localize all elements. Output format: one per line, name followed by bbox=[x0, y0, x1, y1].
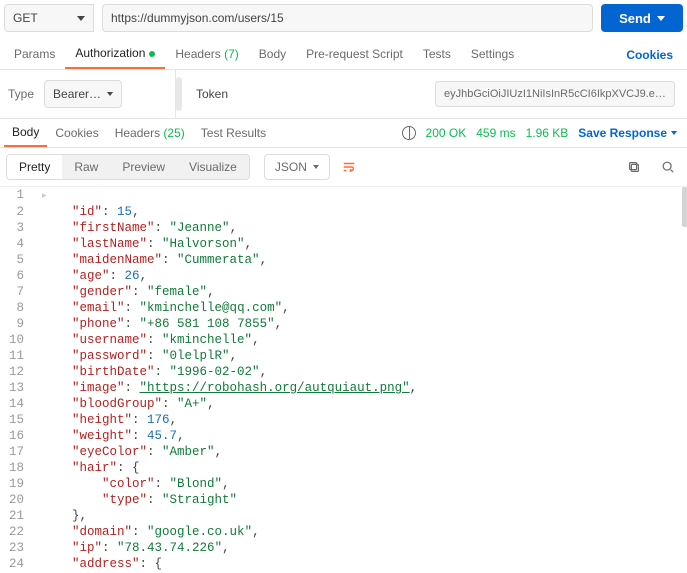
chevron-down-icon bbox=[107, 92, 113, 96]
view-preview[interactable]: Preview bbox=[110, 155, 177, 179]
response-meta: 200 OK 459 ms 1.96 KB Save Response bbox=[402, 126, 683, 140]
view-visualize[interactable]: Visualize bbox=[177, 155, 249, 179]
tab-label: Headers bbox=[115, 126, 160, 140]
tab-tests[interactable]: Tests bbox=[413, 41, 461, 68]
resp-tab-tests[interactable]: Test Results bbox=[193, 120, 274, 146]
headers-count: (7) bbox=[224, 47, 239, 61]
resize-handle[interactable] bbox=[176, 77, 182, 111]
tab-headers[interactable]: Headers (7) bbox=[165, 41, 248, 68]
view-pretty[interactable]: Pretty bbox=[7, 155, 62, 179]
auth-type-select[interactable]: Bearer… bbox=[44, 80, 122, 108]
auth-type-label: Type bbox=[8, 87, 34, 101]
response-tabs: Body Cookies Headers (25) Test Results 2… bbox=[0, 119, 687, 148]
send-label: Send bbox=[619, 11, 651, 26]
tab-label: Headers bbox=[175, 47, 220, 61]
token-input[interactable]: eyJhbGciOiJIUzI1NiIsInR5cCI6IkpXVCJ9.ey… bbox=[435, 81, 675, 107]
copy-button[interactable] bbox=[621, 154, 647, 180]
resp-tab-cookies[interactable]: Cookies bbox=[47, 120, 106, 146]
url-input[interactable] bbox=[102, 4, 593, 32]
tab-prerequest[interactable]: Pre-request Script bbox=[296, 41, 413, 68]
auth-token-section: Token eyJhbGciOiJIUzI1NiIsInR5cCI6IkpXVC… bbox=[184, 71, 687, 117]
headers-count: (25) bbox=[163, 126, 184, 140]
response-body[interactable]: 1▸2 "id": 15,3 "firstName": "Jeanne",4 "… bbox=[0, 187, 687, 572]
save-response-label: Save Response bbox=[578, 126, 667, 140]
tab-body[interactable]: Body bbox=[249, 41, 296, 68]
tab-authorization[interactable]: Authorization bbox=[65, 40, 165, 69]
chevron-down-icon bbox=[313, 165, 319, 169]
resp-tab-body[interactable]: Body bbox=[4, 119, 47, 147]
tab-settings[interactable]: Settings bbox=[461, 41, 524, 68]
language-select[interactable]: JSON bbox=[264, 154, 330, 180]
wrap-lines-button[interactable] bbox=[336, 154, 362, 180]
tab-params[interactable]: Params bbox=[4, 41, 65, 68]
cookies-link[interactable]: Cookies bbox=[616, 42, 683, 68]
method-select[interactable]: GET bbox=[4, 4, 94, 32]
status-code: 200 OK bbox=[426, 126, 467, 140]
scrollbar[interactable] bbox=[682, 187, 687, 227]
send-button[interactable]: Send bbox=[601, 4, 683, 32]
view-mode-segment: Pretty Raw Preview Visualize bbox=[6, 154, 250, 180]
chevron-down-icon bbox=[657, 16, 665, 21]
response-view-bar: Pretty Raw Preview Visualize JSON bbox=[0, 148, 687, 187]
auth-panel: Type Bearer… Token eyJhbGciOiJIUzI1NiIsI… bbox=[0, 70, 687, 119]
status-size: 1.96 KB bbox=[526, 126, 569, 140]
request-tabs: Params Authorization Headers (7) Body Pr… bbox=[0, 40, 687, 70]
auth-type-section: Type Bearer… bbox=[0, 70, 176, 118]
status-dot-icon bbox=[149, 51, 155, 57]
chevron-down-icon bbox=[671, 131, 677, 135]
chevron-down-icon bbox=[77, 16, 85, 21]
view-raw[interactable]: Raw bbox=[62, 155, 110, 179]
network-icon[interactable] bbox=[402, 126, 416, 140]
status-time: 459 ms bbox=[476, 126, 515, 140]
save-response-button[interactable]: Save Response bbox=[578, 126, 677, 140]
auth-type-value: Bearer… bbox=[53, 87, 101, 101]
request-bar: GET Send bbox=[0, 0, 687, 40]
tab-label: Authorization bbox=[75, 46, 145, 60]
token-label: Token bbox=[196, 87, 228, 101]
language-value: JSON bbox=[275, 160, 307, 174]
fold-icon[interactable]: ▸ bbox=[42, 191, 47, 201]
search-button[interactable] bbox=[655, 154, 681, 180]
method-value: GET bbox=[13, 11, 38, 25]
resp-tab-headers[interactable]: Headers (25) bbox=[107, 120, 193, 146]
